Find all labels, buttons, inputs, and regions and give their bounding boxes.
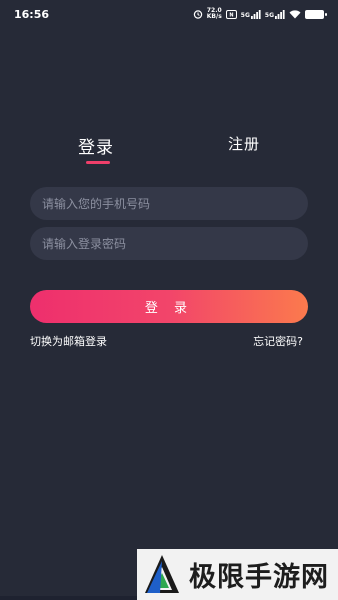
signal-icon-2: 5G	[265, 9, 285, 19]
watermark-logo-icon	[137, 549, 187, 600]
tab-login[interactable]: 登录	[78, 133, 114, 158]
nfc-icon: N	[225, 9, 237, 19]
forgot-password-link[interactable]: 忘记密码?	[253, 333, 303, 349]
network-speed: 72.0 KB/s	[206, 7, 222, 20]
navigation-bar	[0, 596, 137, 600]
password-input[interactable]	[30, 227, 308, 260]
tab-active-indicator	[86, 161, 110, 164]
watermark: 极限手游网	[137, 549, 338, 600]
switch-email-login-link[interactable]: 切换为邮箱登录	[30, 333, 107, 349]
login-button[interactable]: 登 录	[30, 290, 308, 323]
status-time: 16:56	[14, 7, 50, 21]
signal-icon: 5G	[241, 9, 261, 19]
status-icons: 72.0 KB/s N 5G 5G	[193, 7, 327, 20]
status-bar: 16:56 72.0 KB/s N 5G 5G	[0, 0, 338, 28]
wifi-icon	[289, 9, 301, 19]
phone-input[interactable]	[30, 187, 308, 220]
battery-icon	[305, 9, 327, 19]
auth-tabs: 登录 注册	[0, 133, 338, 173]
svg-text:N: N	[229, 12, 233, 18]
alarm-icon	[193, 9, 203, 19]
tab-register[interactable]: 注册	[228, 133, 260, 154]
watermark-text: 极限手游网	[189, 562, 329, 593]
